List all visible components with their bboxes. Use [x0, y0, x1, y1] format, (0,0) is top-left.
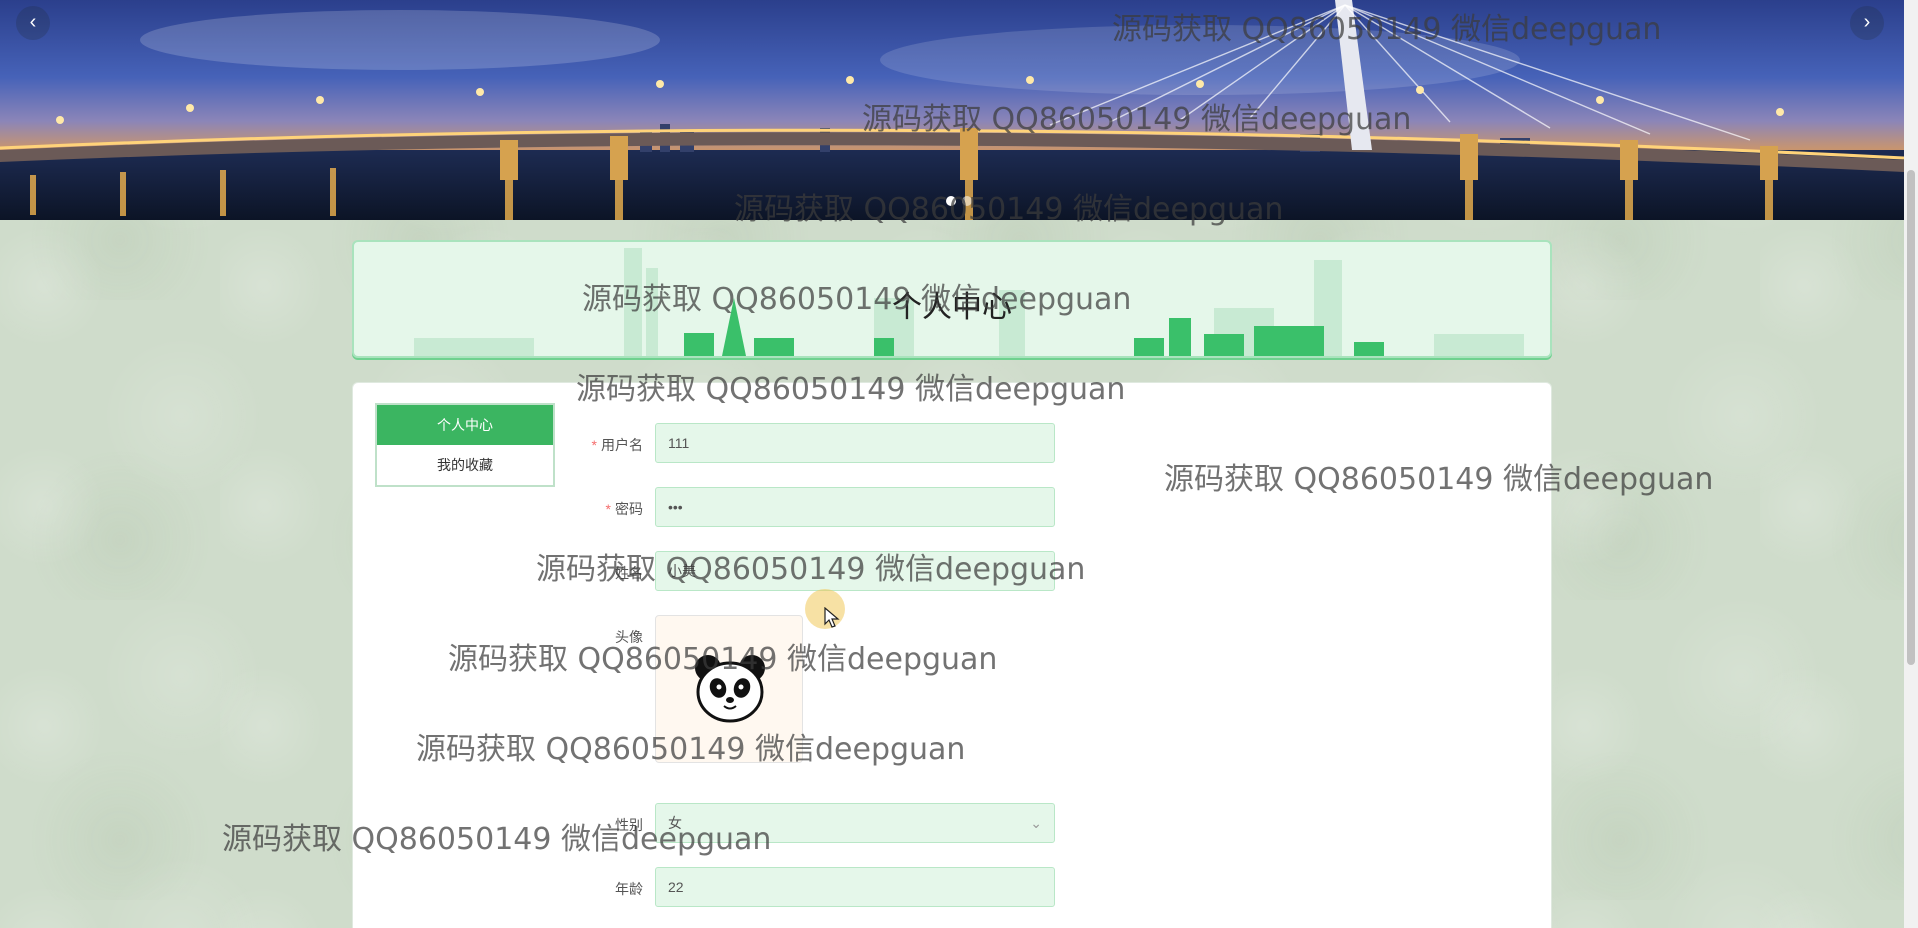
page-title: 个人中心: [892, 291, 1012, 324]
required-mark: *: [591, 437, 597, 453]
form-row-username: * 用户名 111: [353, 423, 1553, 465]
mouse-pointer-icon: [824, 607, 840, 628]
hero-banner-carousel: ‹ ›: [0, 0, 1904, 220]
name-input[interactable]: 小美: [655, 551, 1055, 591]
gender-select-value: 女: [668, 815, 682, 831]
form-row-avatar: 头像: [353, 615, 1553, 765]
carousel-indicators: [946, 196, 972, 206]
bridge-night-image: [0, 0, 1904, 220]
password-label: * 密码: [605, 501, 643, 517]
carousel-dot[interactable]: [962, 196, 972, 206]
chevron-down-icon: ⌄: [1030, 815, 1042, 831]
carousel-next-button[interactable]: ›: [1850, 6, 1884, 40]
gender-label: 性别: [615, 817, 643, 833]
username-label: * 用户名: [591, 437, 643, 453]
avatar-label: 头像: [615, 629, 643, 645]
chevron-left-icon: ‹: [29, 11, 37, 33]
name-label: 姓名: [615, 565, 643, 581]
chevron-right-icon: ›: [1863, 11, 1871, 33]
form-row-gender: 性别 女 ⌄: [353, 803, 1553, 845]
gender-select[interactable]: 女 ⌄: [655, 803, 1055, 843]
form-row-age: 年龄 22: [353, 867, 1553, 909]
scrollbar-thumb[interactable]: [1907, 170, 1915, 665]
form-row-name: 姓名 小美: [353, 551, 1553, 593]
username-input[interactable]: 111: [655, 423, 1055, 463]
profile-card: 个人中心 我的收藏 * 用户名 111 * 密码 ••• 姓名 小美 头像 性别…: [352, 382, 1552, 928]
age-input[interactable]: 22: [655, 867, 1055, 907]
form-row-password: * 密码 •••: [353, 487, 1553, 529]
vertical-scrollbar[interactable]: [1904, 0, 1918, 928]
required-mark: *: [605, 501, 611, 517]
carousel-prev-button[interactable]: ‹: [16, 6, 50, 40]
age-label: 年龄: [615, 881, 643, 897]
page-title-banner: 个人中心: [352, 240, 1552, 358]
avatar-upload[interactable]: [655, 615, 803, 763]
panda-avatar-icon: [695, 655, 765, 723]
carousel-dot[interactable]: [946, 196, 956, 206]
password-input[interactable]: •••: [655, 487, 1055, 527]
